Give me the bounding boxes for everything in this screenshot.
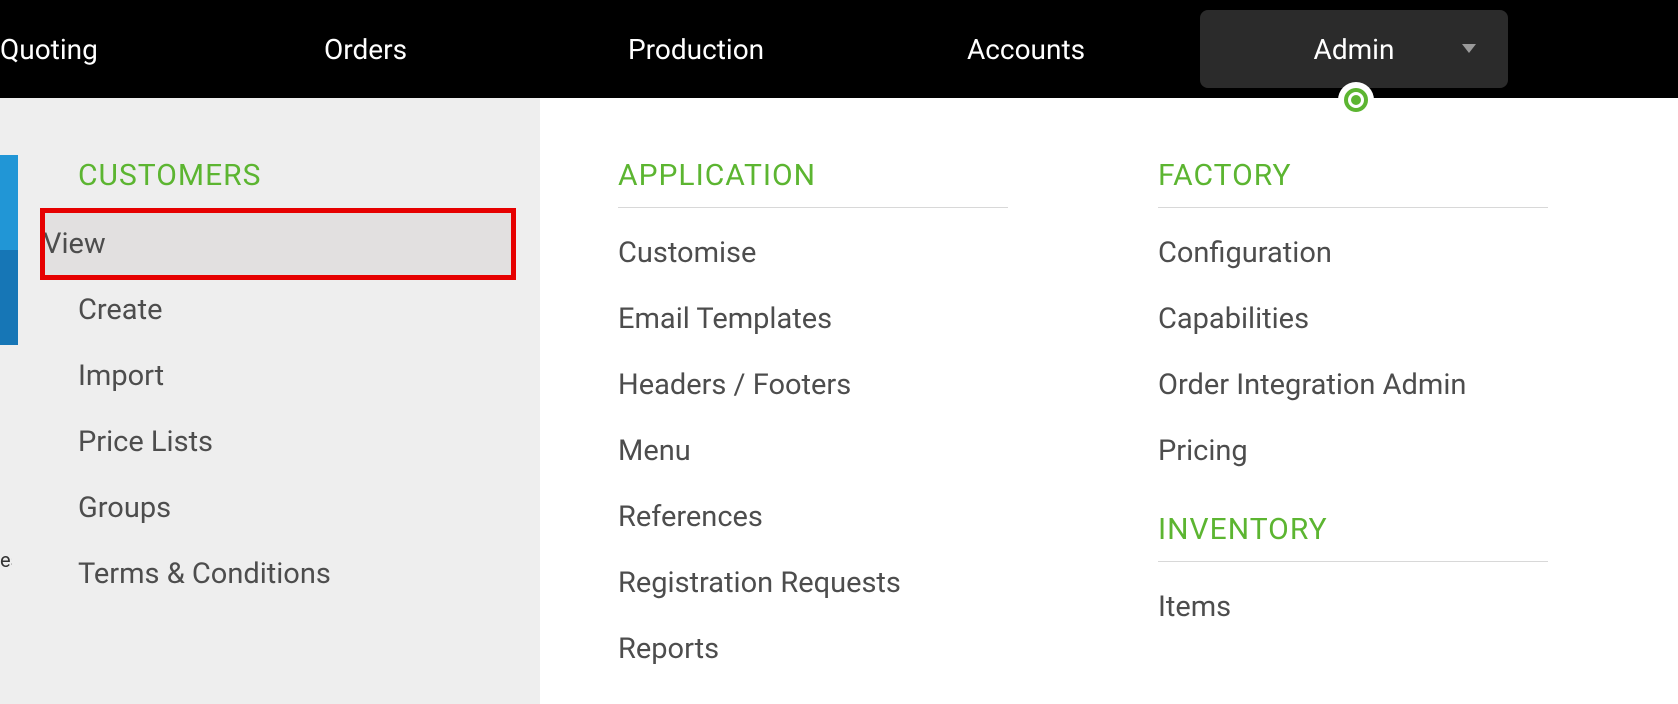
nav-production[interactable]: Production: [628, 33, 764, 66]
application-heading: APPLICATION: [618, 158, 1080, 193]
sidebar-customers: es CUSTOMERS View Create Import Price Li…: [0, 98, 540, 704]
main-panel: APPLICATION Customise Email Templates He…: [540, 98, 1678, 704]
factory-underline: [1158, 207, 1548, 208]
customers-create[interactable]: Create: [78, 277, 540, 343]
highlight-border-icon: [40, 208, 516, 280]
nav-accounts[interactable]: Accounts: [967, 33, 1085, 66]
inventory-heading: INVENTORY: [1158, 512, 1620, 547]
application-email-templates[interactable]: Email Templates: [618, 286, 1080, 352]
factory-pricing[interactable]: Pricing: [1158, 418, 1620, 484]
inventory-underline: [1158, 561, 1548, 562]
edge-cropped-text: es: [0, 548, 12, 572]
customers-view[interactable]: View: [43, 211, 513, 277]
nav-admin-label: Admin: [1314, 33, 1395, 66]
factory-column: FACTORY Configuration Capabilities Order…: [1080, 158, 1620, 704]
application-references[interactable]: References: [618, 484, 1080, 550]
application-underline: [618, 207, 1008, 208]
factory-order-integration-admin[interactable]: Order Integration Admin: [1158, 352, 1620, 418]
application-reports[interactable]: Reports: [618, 616, 1080, 682]
application-registration-requests[interactable]: Registration Requests: [618, 550, 1080, 616]
application-headers-footers[interactable]: Headers / Footers: [618, 352, 1080, 418]
customers-groups[interactable]: Groups: [78, 475, 540, 541]
customers-import[interactable]: Import: [78, 343, 540, 409]
nav-quoting[interactable]: Quoting: [0, 33, 98, 66]
factory-list: Configuration Capabilities Order Integra…: [1158, 220, 1620, 484]
nav-admin-dropdown[interactable]: Admin: [1200, 10, 1508, 88]
application-column: APPLICATION Customise Email Templates He…: [540, 158, 1080, 704]
inventory-items[interactable]: Items: [1158, 574, 1620, 640]
factory-capabilities[interactable]: Capabilities: [1158, 286, 1620, 352]
edge-marker-icon: [0, 155, 18, 345]
factory-configuration[interactable]: Configuration: [1158, 220, 1620, 286]
customers-terms-conditions[interactable]: Terms & Conditions: [78, 541, 540, 607]
application-customise[interactable]: Customise: [618, 220, 1080, 286]
nav-orders[interactable]: Orders: [324, 33, 407, 66]
application-list: Customise Email Templates Headers / Foot…: [618, 220, 1080, 682]
customers-price-lists[interactable]: Price Lists: [78, 409, 540, 475]
application-menu[interactable]: Menu: [618, 418, 1080, 484]
customers-list: View Create Import Price Lists Groups Te…: [78, 211, 540, 607]
factory-heading: FACTORY: [1158, 158, 1620, 193]
content-area: es CUSTOMERS View Create Import Price Li…: [0, 98, 1678, 704]
inventory-list: Items: [1158, 574, 1620, 640]
customers-heading: CUSTOMERS: [78, 158, 540, 193]
top-nav: Quoting Orders Production Accounts Admin: [0, 0, 1678, 98]
chevron-down-icon: [1462, 44, 1476, 54]
customers-view-label: View: [43, 227, 106, 261]
active-indicator-icon: [1338, 82, 1374, 118]
